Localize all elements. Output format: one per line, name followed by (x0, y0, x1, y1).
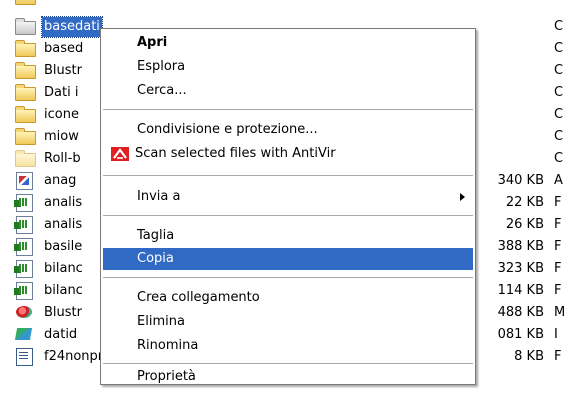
file-name[interactable]: basedati (41, 16, 103, 38)
menu-item-label: Proprietà (137, 369, 196, 384)
menu-item-label: Scan selected files with AntiVir (135, 146, 336, 161)
menu-item-search[interactable]: Cerca... (103, 80, 473, 102)
menu-item-explore[interactable]: Esplora (103, 56, 473, 78)
file-type: F (554, 217, 562, 232)
file-name[interactable]: analis (42, 193, 84, 213)
antivir-umbrella-icon (111, 147, 129, 161)
context-menu: Apri Esplora Cerca... Condivisione e pro… (100, 28, 476, 385)
file-type: C (554, 151, 564, 166)
menu-item-label: Esplora (137, 59, 186, 74)
file-size: 22 KB (505, 195, 544, 210)
file-type: C (554, 63, 564, 78)
file-name[interactable]: bilanc (42, 259, 85, 279)
file-name[interactable]: icone (42, 105, 81, 125)
folder-icon (15, 84, 36, 101)
file-size: 388 KB (497, 239, 544, 254)
file-size: 323 KB (497, 261, 544, 276)
file-size: 8 KB (514, 349, 544, 364)
menu-item-label: Cerca... (137, 83, 187, 98)
file-name[interactable]: datid (42, 325, 79, 345)
folder-icon (15, 106, 36, 123)
file-type: F (554, 261, 562, 276)
file-type: F (554, 239, 562, 254)
file-type: A (554, 173, 563, 188)
file-type: C (554, 19, 564, 34)
menu-item-delete[interactable]: Elimina (103, 311, 473, 333)
menu-item-properties[interactable]: Proprietà (103, 366, 473, 388)
file-name[interactable]: Blustr (42, 61, 84, 81)
folder-icon (15, 150, 36, 167)
file-size: 26 KB (505, 217, 544, 232)
file-size: 340 KB (497, 173, 544, 188)
menu-item-label: Invia a (137, 189, 181, 204)
database-icon (15, 304, 34, 320)
submenu-arrow-icon (460, 193, 465, 201)
menu-item-rename[interactable]: Rinomina (103, 335, 473, 357)
folder-icon (15, 62, 36, 79)
file-type: I (554, 327, 558, 342)
menu-item-cut[interactable]: Taglia (103, 225, 473, 247)
file-type: C (554, 107, 564, 122)
menu-separator (103, 363, 473, 365)
spreadsheet-icon (14, 216, 34, 234)
file-type: F (554, 283, 562, 298)
file-size: 081 KB (497, 327, 544, 342)
file-size: 488 KB (497, 305, 544, 320)
file-size: 114 KB (497, 283, 544, 298)
menu-item-sharing[interactable]: Condivisione e protezione... (103, 119, 473, 141)
file-type: F (554, 195, 562, 210)
file-row-partial[interactable] (0, 0, 572, 8)
menu-item-open[interactable]: Apri (103, 32, 473, 54)
menu-item-label: Apri (137, 35, 168, 50)
spreadsheet-icon (14, 282, 34, 300)
menu-item-send-to[interactable]: Invia a (103, 186, 473, 208)
file-name[interactable]: anag (42, 171, 78, 191)
text-file-icon (15, 348, 34, 366)
file-name[interactable]: analis (42, 215, 84, 235)
file-type: C (554, 129, 564, 144)
menu-item-copy[interactable]: Copia (103, 248, 473, 270)
file-name[interactable]: bilanc (42, 281, 85, 301)
menu-item-label: Copia (137, 251, 174, 266)
menu-item-label: Condivisione e protezione... (137, 122, 318, 137)
menu-item-antivir-scan[interactable]: Scan selected files with AntiVir (103, 143, 473, 165)
document-icon (15, 172, 34, 190)
folder-icon (15, 40, 36, 57)
file-name[interactable]: Dati i (42, 83, 80, 103)
file-name[interactable]: basile (42, 237, 84, 257)
file-name[interactable]: Blustr (42, 303, 84, 323)
menu-item-label: Crea collegamento (137, 290, 260, 305)
file-name[interactable]: Roll-b (42, 149, 83, 169)
folder-icon (15, 0, 36, 5)
folder-icon (15, 128, 36, 145)
file-type: C (554, 41, 564, 56)
file-name[interactable]: based (42, 39, 85, 59)
spreadsheet-icon (14, 260, 34, 278)
menu-item-label: Rinomina (137, 338, 199, 353)
menu-separator (103, 109, 473, 111)
file-name[interactable]: miow (42, 127, 81, 147)
file-type: C (554, 85, 564, 100)
menu-item-label: Taglia (137, 228, 175, 243)
menu-item-label: Elimina (137, 314, 185, 329)
file-type: M (554, 305, 566, 320)
spreadsheet-icon (14, 194, 34, 212)
menu-separator (103, 175, 473, 177)
shortcut-icon (15, 326, 34, 342)
folder-icon (15, 18, 36, 35)
menu-item-create-shortcut[interactable]: Crea collegamento (103, 287, 473, 309)
spreadsheet-icon (14, 238, 34, 256)
menu-separator (103, 215, 473, 217)
file-type: F (554, 349, 562, 364)
menu-separator (103, 277, 473, 279)
